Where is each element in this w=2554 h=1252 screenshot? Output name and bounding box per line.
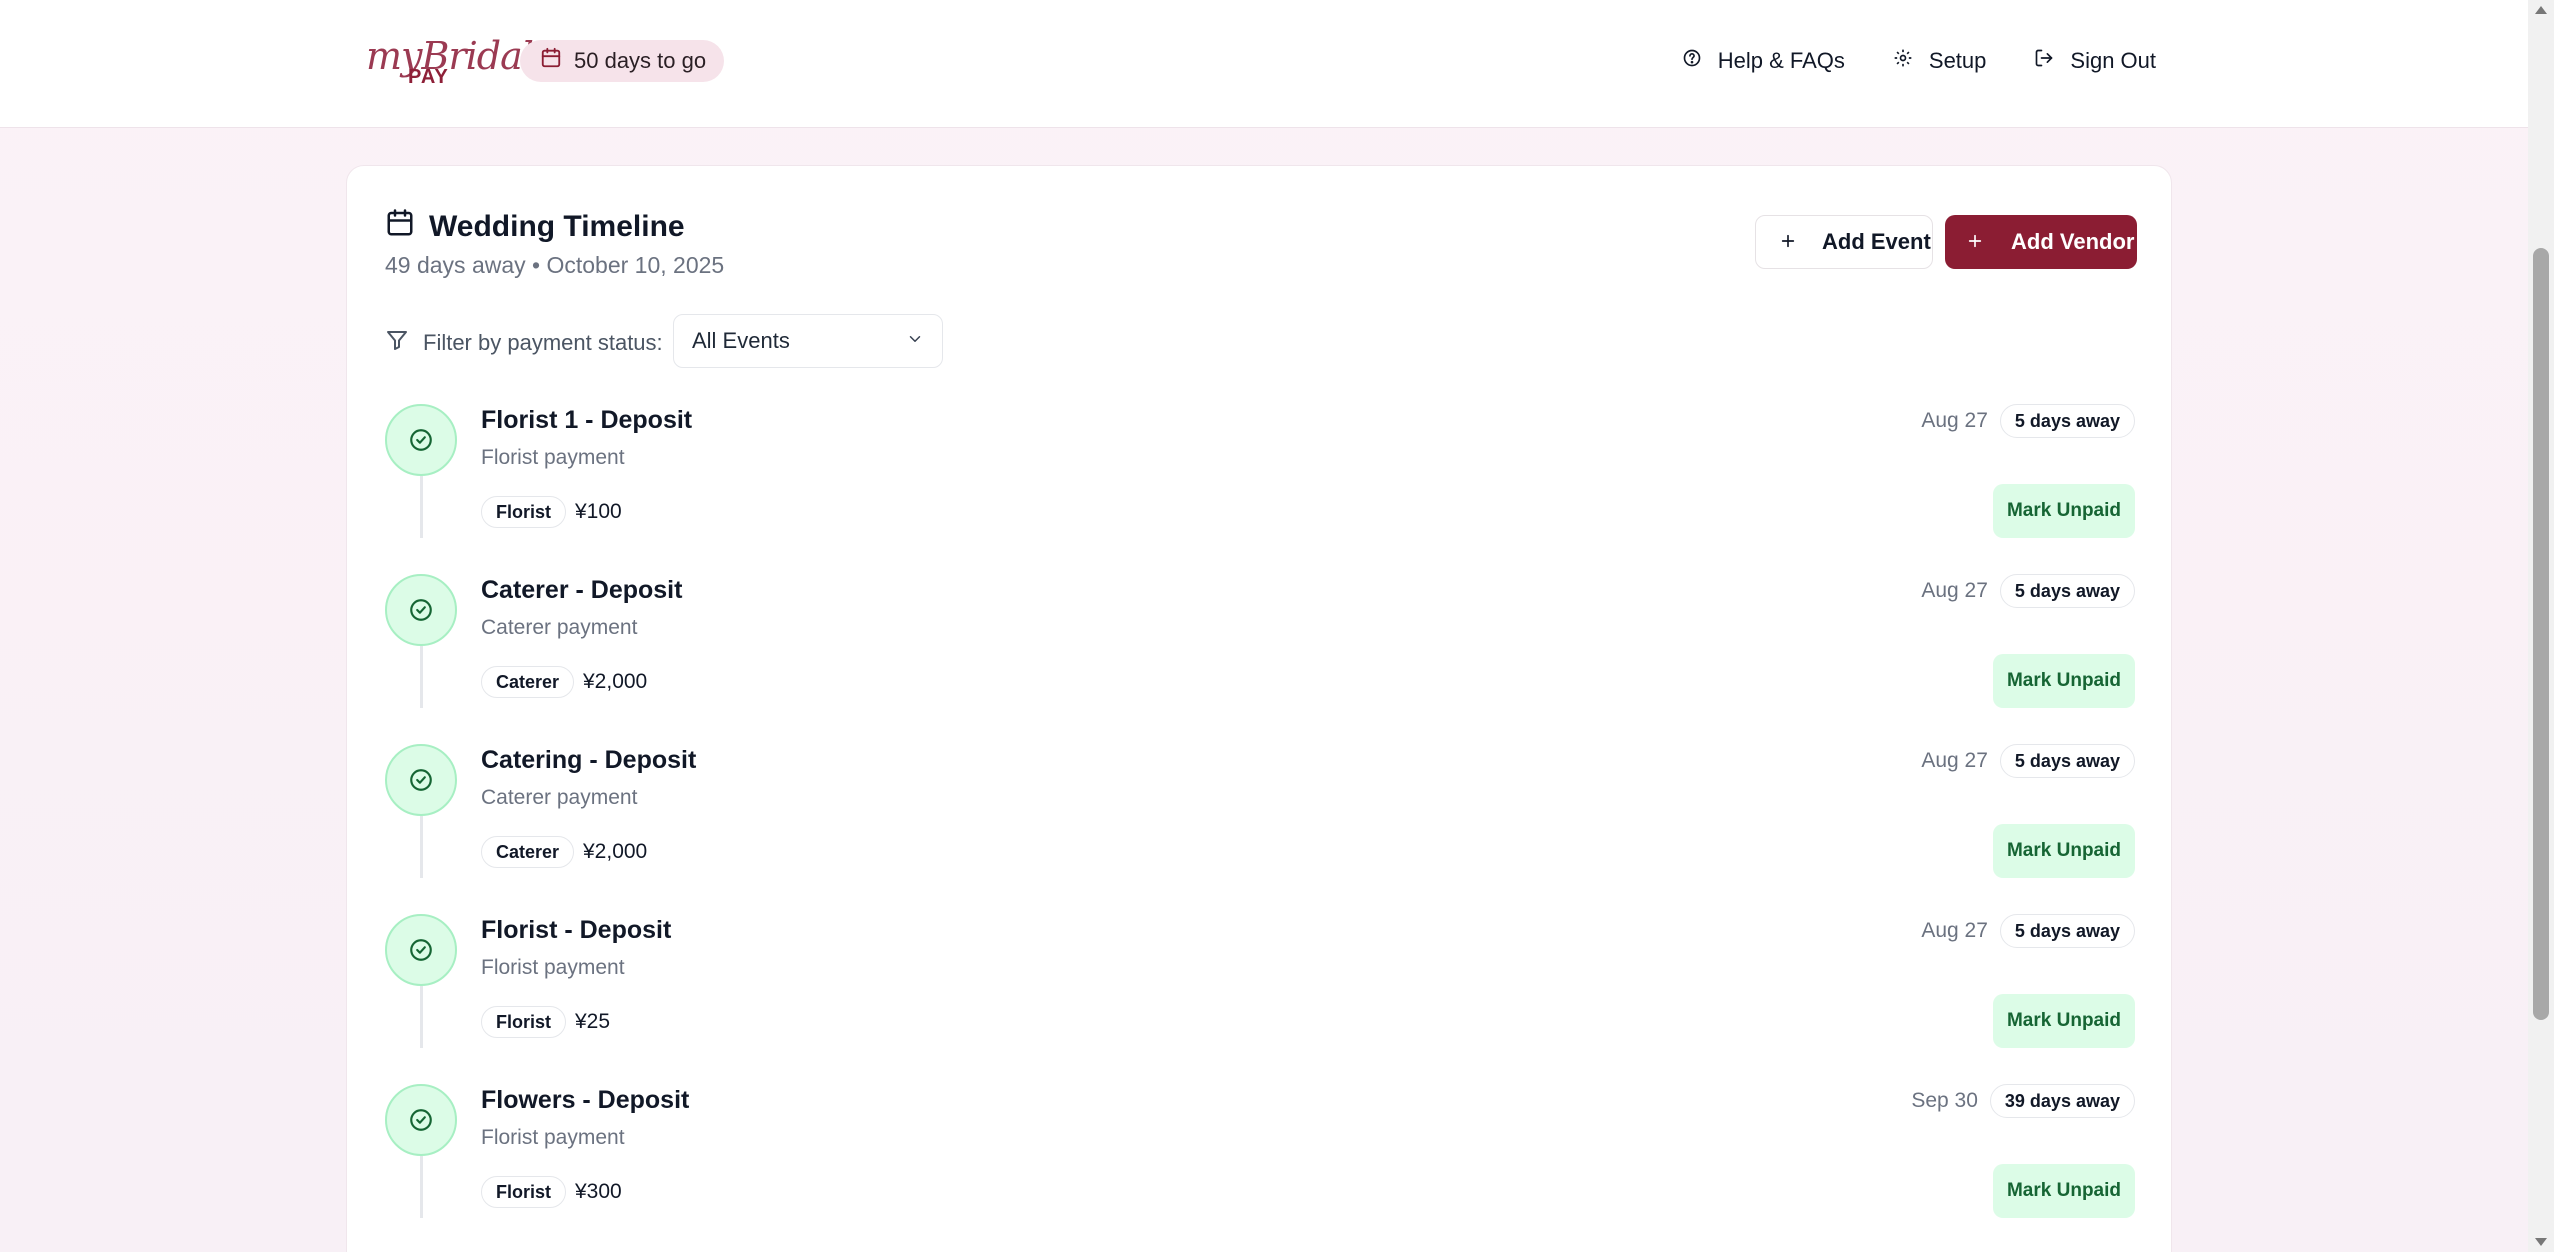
event-date-group: Aug 27 5 days away xyxy=(1921,404,2135,438)
timeline-connector xyxy=(420,816,423,878)
add-vendor-button[interactable]: Add Vendor xyxy=(1945,215,2137,269)
logo-pay: PAY xyxy=(408,66,449,88)
days-away-badge: 5 days away xyxy=(1999,404,2135,438)
timeline-event: Florist - Deposit Florist payment Floris… xyxy=(385,914,2135,1084)
event-amount: ¥2,000 xyxy=(583,840,648,863)
top-header: myBridal PAY 50 days to go Help & FAQs S… xyxy=(0,0,2528,128)
brand-logo[interactable]: myBridal PAY xyxy=(366,34,534,90)
paid-status-icon xyxy=(385,1084,457,1156)
setup-link[interactable]: Setup xyxy=(1893,48,1987,74)
select-value: All Events xyxy=(692,328,790,353)
event-subtitle: Caterer payment xyxy=(481,616,638,639)
event-amount: ¥300 xyxy=(575,1180,622,1203)
page-title-text: Wedding Timeline xyxy=(429,210,685,243)
event-amount: ¥100 xyxy=(575,500,622,523)
calendar-icon xyxy=(540,47,562,75)
paid-status-icon xyxy=(385,744,457,816)
event-date: Aug 27 xyxy=(1921,919,1988,942)
add-event-label: Add Event xyxy=(1822,229,1931,254)
scroll-up-arrow-icon[interactable] xyxy=(2535,6,2547,14)
event-date-group: Aug 27 5 days away xyxy=(1921,744,2135,778)
event-date: Aug 27 xyxy=(1921,749,1988,772)
mark-unpaid-button[interactable]: Mark Unpaid xyxy=(1993,824,2135,878)
paid-status-icon xyxy=(385,404,457,476)
viewport: myBridal PAY 50 days to go Help & FAQs S… xyxy=(0,0,2528,1252)
filter-icon xyxy=(385,328,409,358)
timeline-card: Wedding Timeline 49 days away • October … xyxy=(346,165,2172,1252)
event-date: Aug 27 xyxy=(1921,409,1988,432)
vendor-tag: Florist xyxy=(481,1006,567,1038)
page-title: Wedding Timeline xyxy=(385,208,685,246)
event-title: Caterer - Deposit xyxy=(481,576,683,604)
event-date-group: Sep 30 39 days away xyxy=(1911,1084,2135,1118)
setup-label: Setup xyxy=(1928,48,1987,73)
days-away-badge: 5 days away xyxy=(1999,574,2135,608)
event-date: Aug 27 xyxy=(1921,579,1988,602)
event-date-group: Aug 27 5 days away xyxy=(1921,574,2135,608)
add-vendor-label: Add Vendor xyxy=(2011,229,2135,254)
plus-icon xyxy=(1780,229,1796,255)
add-event-button[interactable]: Add Event xyxy=(1755,215,1933,269)
filter-label: Filter by payment status: xyxy=(385,328,663,358)
timeline-event: Catering - Deposit Caterer payment Cater… xyxy=(385,744,2135,914)
payment-status-select[interactable]: All Events xyxy=(673,314,943,368)
page-scrollbar[interactable] xyxy=(2528,0,2554,1252)
gear-icon xyxy=(1893,48,1913,74)
event-title: Florist 1 - Deposit xyxy=(481,406,693,434)
wedding-date-subtitle: 49 days away • October 10, 2025 xyxy=(385,252,725,278)
event-date-group: Aug 27 5 days away xyxy=(1921,914,2135,948)
event-title: Flowers - Deposit xyxy=(481,1086,690,1114)
paid-status-icon xyxy=(385,574,457,646)
event-subtitle: Florist payment xyxy=(481,446,625,469)
scroll-down-arrow-icon[interactable] xyxy=(2535,1238,2547,1246)
countdown-badge: 50 days to go xyxy=(520,40,725,82)
timeline-event: Flowers - Deposit Florist payment Floris… xyxy=(385,1084,2135,1252)
timeline-event: Florist 1 - Deposit Florist payment Flor… xyxy=(385,404,2135,574)
logout-icon xyxy=(2034,48,2054,74)
event-amount: ¥25 xyxy=(575,1010,611,1033)
event-title: Florist - Deposit xyxy=(481,916,672,944)
chevron-down-icon xyxy=(906,328,924,354)
event-subtitle: Caterer payment xyxy=(481,786,638,809)
event-subtitle: Florist payment xyxy=(481,1126,625,1149)
timeline-connector xyxy=(420,646,423,708)
signout-link[interactable]: Sign Out xyxy=(2034,48,2156,74)
calendar-icon xyxy=(385,208,415,246)
event-title: Catering - Deposit xyxy=(481,746,697,774)
days-away-badge: 5 days away xyxy=(1999,744,2135,778)
help-link[interactable]: Help & FAQs xyxy=(1682,48,1845,74)
logo-script: myBridal xyxy=(366,34,534,78)
event-date: Sep 30 xyxy=(1911,1089,1978,1112)
days-away-badge: 5 days away xyxy=(1999,914,2135,948)
vendor-tag: Florist xyxy=(481,496,567,528)
timeline-event: Caterer - Deposit Caterer payment Catere… xyxy=(385,574,2135,744)
paid-status-icon xyxy=(385,914,457,986)
timeline-connector xyxy=(420,1156,423,1218)
mark-unpaid-button[interactable]: Mark Unpaid xyxy=(1993,484,2135,538)
signout-label: Sign Out xyxy=(2070,48,2156,73)
mark-unpaid-button[interactable]: Mark Unpaid xyxy=(1993,1164,2135,1218)
filter-label-text: Filter by payment status: xyxy=(423,330,663,355)
event-amount: ¥2,000 xyxy=(583,670,648,693)
countdown-text: 50 days to go xyxy=(574,48,707,73)
event-subtitle: Florist payment xyxy=(481,956,625,979)
scrollbar-thumb[interactable] xyxy=(2533,248,2549,1020)
header-nav: Help & FAQs Setup Sign Out xyxy=(1682,40,2156,82)
timeline-connector xyxy=(420,986,423,1048)
help-icon xyxy=(1682,48,1702,74)
vendor-tag: Caterer xyxy=(481,666,575,698)
plus-icon xyxy=(1967,229,1983,255)
mark-unpaid-button[interactable]: Mark Unpaid xyxy=(1993,654,2135,708)
days-away-badge: 39 days away xyxy=(1989,1084,2135,1118)
vendor-tag: Caterer xyxy=(481,836,575,868)
vendor-tag: Florist xyxy=(481,1176,567,1208)
timeline-connector xyxy=(420,476,423,538)
mark-unpaid-button[interactable]: Mark Unpaid xyxy=(1993,994,2135,1048)
help-label: Help & FAQs xyxy=(1717,48,1845,73)
